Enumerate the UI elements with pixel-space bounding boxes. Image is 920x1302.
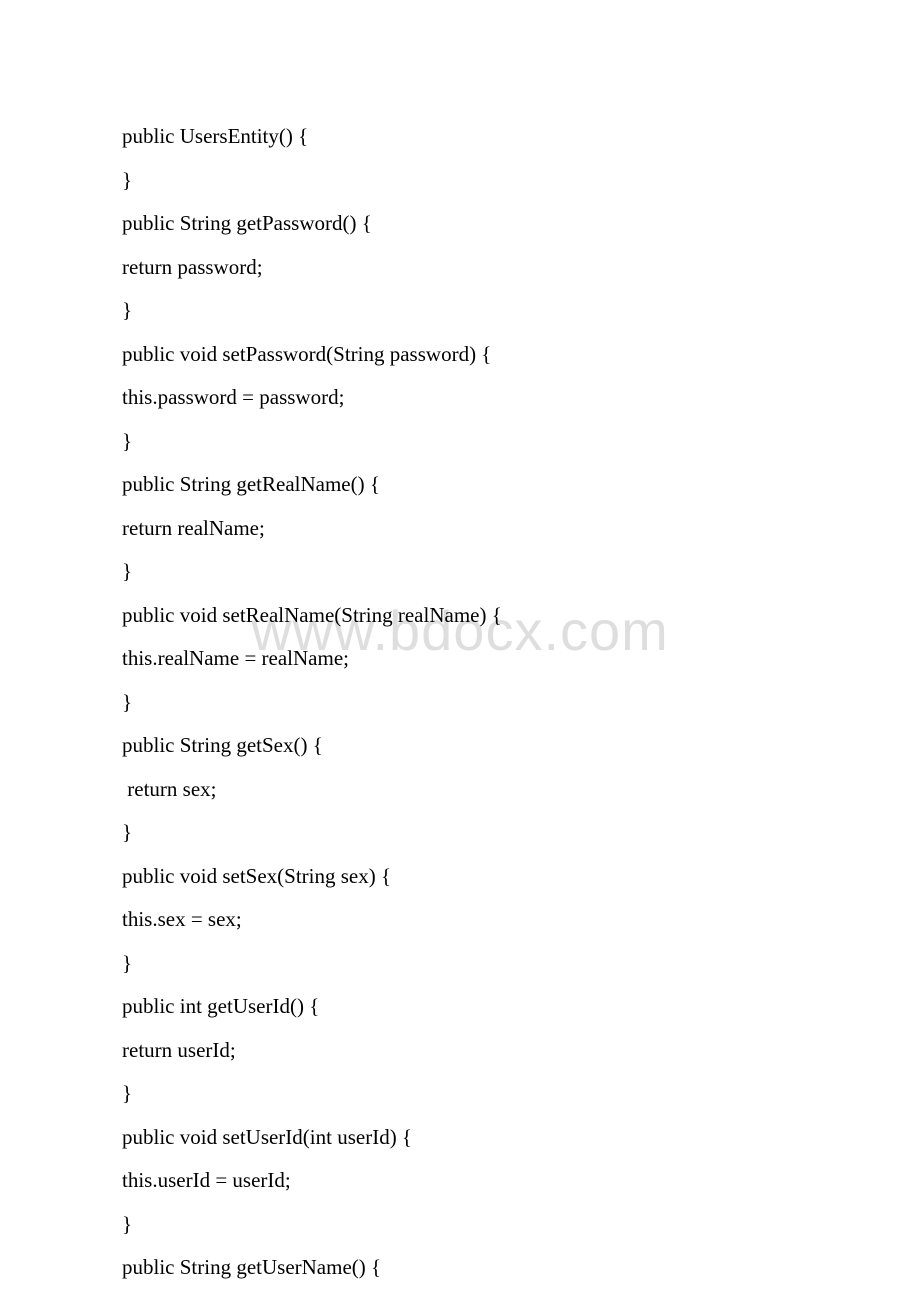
code-line: } — [122, 1203, 920, 1247]
code-line: public void setUserId(int userId) { — [122, 1116, 920, 1160]
code-line: public String getRealName() { — [122, 463, 920, 507]
code-line: public void setPassword(String password)… — [122, 333, 920, 377]
code-line: return userId; — [122, 1029, 920, 1073]
code-line: } — [122, 1072, 920, 1116]
code-line: } — [122, 681, 920, 725]
code-line: } — [122, 420, 920, 464]
code-line: this.sex = sex; — [122, 898, 920, 942]
code-content: public UsersEntity() { } public String g… — [0, 0, 920, 1290]
code-line: this.userId = userId; — [122, 1159, 920, 1203]
code-line: } — [122, 942, 920, 986]
code-line: return realName; — [122, 507, 920, 551]
code-line: } — [122, 289, 920, 333]
code-line: public String getUserName() { — [122, 1246, 920, 1290]
code-line: public int getUserId() { — [122, 985, 920, 1029]
code-line: return password; — [122, 246, 920, 290]
code-line: public void setRealName(String realName)… — [122, 594, 920, 638]
code-line: this.password = password; — [122, 376, 920, 420]
code-line: return sex; — [122, 768, 920, 812]
code-line: this.realName = realName; — [122, 637, 920, 681]
code-line: public void setSex(String sex) { — [122, 855, 920, 899]
code-line: public String getSex() { — [122, 724, 920, 768]
code-line: } — [122, 159, 920, 203]
code-line: } — [122, 811, 920, 855]
code-line: public String getPassword() { — [122, 202, 920, 246]
code-line: } — [122, 550, 920, 594]
code-line: public UsersEntity() { — [122, 115, 920, 159]
